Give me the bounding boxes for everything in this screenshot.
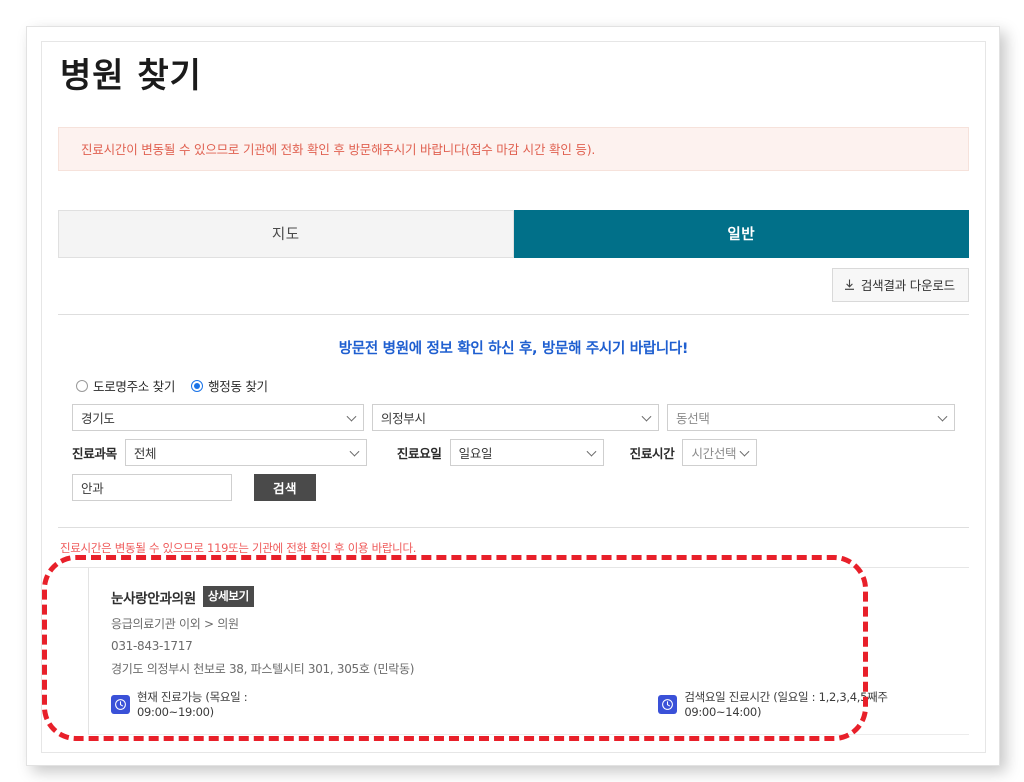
clock-icon bbox=[658, 694, 678, 714]
clock-icon bbox=[111, 694, 130, 714]
result-category: 응급의료기관 이외 > 의원 bbox=[111, 617, 239, 632]
radio-road-address[interactable]: 도로명주소 찾기 bbox=[76, 376, 175, 395]
tab-general[interactable]: 일반 bbox=[513, 210, 969, 259]
radio-road-address-dot bbox=[76, 379, 88, 392]
screenshot-root: 병원 찾기 진료시간이 변동될 수 있으므로 기관에 전화 확인 후 방문해주시… bbox=[0, 0, 1024, 782]
result-title-row: 눈사랑안과의원 상세보기 bbox=[111, 586, 959, 608]
notice-banner: 진료시간이 변동될 수 있으므로 기관에 전화 확인 후 방문해주시기 바랍니다… bbox=[58, 127, 969, 172]
result-phone: 031-843-1717 bbox=[111, 639, 193, 654]
detail-view-badge[interactable]: 상세보기 bbox=[202, 586, 254, 608]
radio-road-address-label: 도로명주소 찾기 bbox=[93, 379, 176, 395]
page-title: 병원 찾기 bbox=[60, 56, 202, 96]
radio-admin-dong-label: 행정동 찾기 bbox=[208, 379, 268, 395]
result-hospital-name[interactable]: 눈사랑안과의원 bbox=[111, 587, 196, 607]
keyword-input[interactable] bbox=[72, 474, 232, 502]
tab-map[interactable]: 지도 bbox=[58, 210, 514, 259]
dong-select[interactable]: 동선택 bbox=[666, 404, 955, 432]
content-frame: 병원 찾기 진료시간이 변동될 수 있으므로 기관에 전화 확인 후 방문해주시… bbox=[41, 41, 986, 753]
search-panel: 방문전 병원에 정보 확인 하신 후, 방문해 주시기 바랍니다! 도로명주소 … bbox=[58, 314, 969, 529]
location-select-row: 경기도 의정부시 동선택 bbox=[72, 404, 955, 432]
subject-label: 진료과목 bbox=[72, 446, 117, 462]
search-panel-heading: 방문전 병원에 정보 확인 하신 후, 방문해 주시기 바랍니다! bbox=[338, 341, 689, 358]
current-hours-item: 현재 진료가능 (목요일 : 09:00~19:00) bbox=[111, 689, 321, 719]
search-button[interactable]: 검색 bbox=[254, 474, 317, 502]
day-select[interactable]: 일요일 bbox=[449, 439, 604, 467]
caution-line: 진료시간은 변동될 수 있으므로 119또는 기관에 전화 확인 후 이용 바랍… bbox=[60, 540, 969, 569]
radio-admin-dong[interactable]: 행정동 찾기 bbox=[191, 376, 268, 395]
result-address: 경기도 의정부시 천보로 38, 파스텔시티 301, 305호 (민락동) bbox=[111, 662, 415, 677]
page-body: 병원 찾기 진료시간이 변동될 수 있으므로 기관에 전화 확인 후 방문해주시… bbox=[42, 42, 985, 752]
search-day-hours-text: 검색요일 진료시간 (일요일 : 1,2,3,4,5째주 09:00~14:00… bbox=[684, 690, 888, 720]
tab-bar: 지도 일반 bbox=[58, 210, 969, 259]
time-label: 진료시간 bbox=[629, 446, 675, 462]
day-label: 진료요일 bbox=[396, 446, 442, 462]
result-hours-row: 현재 진료가능 (목요일 : 09:00~19:00) 검색요일 진료시간 (일 bbox=[111, 689, 959, 719]
subject-select[interactable]: 전체 bbox=[124, 439, 367, 467]
outer-frame: 병원 찾기 진료시간이 변동될 수 있으므로 기관에 전화 확인 후 방문해주시… bbox=[26, 26, 1000, 766]
address-mode-radio-group: 도로명주소 찾기 행정동 찾기 bbox=[76, 376, 955, 395]
keyword-row: 검색 bbox=[72, 474, 955, 502]
city-select[interactable]: 의정부시 bbox=[371, 404, 659, 432]
download-results-button[interactable]: 검색결과 다운로드 bbox=[831, 268, 969, 303]
download-row: 검색결과 다운로드 bbox=[58, 268, 969, 303]
results-list: 눈사랑안과의원 상세보기 응급의료기관 이외 > 의원 031-843-1717… bbox=[58, 568, 969, 752]
radio-admin-dong-dot bbox=[191, 379, 204, 392]
download-button-label: 검색결과 다운로드 bbox=[860, 278, 955, 294]
current-hours-text: 현재 진료가능 (목요일 : 09:00~19:00) bbox=[137, 690, 248, 720]
filter-select-row: 진료과목 전체 진료요일 일요일 진료시간 시간선택 bbox=[72, 439, 955, 467]
result-item[interactable]: 눈사랑안과의원 상세보기 응급의료기관 이외 > 의원 031-843-1717… bbox=[88, 568, 969, 736]
download-icon bbox=[844, 279, 855, 291]
results-tail-spacer bbox=[58, 735, 969, 752]
time-select[interactable]: 시간선택 bbox=[682, 439, 758, 467]
region-select[interactable]: 경기도 bbox=[72, 404, 364, 432]
search-day-hours-item: 검색요일 진료시간 (일요일 : 1,2,3,4,5째주 09:00~14:00… bbox=[658, 689, 959, 719]
